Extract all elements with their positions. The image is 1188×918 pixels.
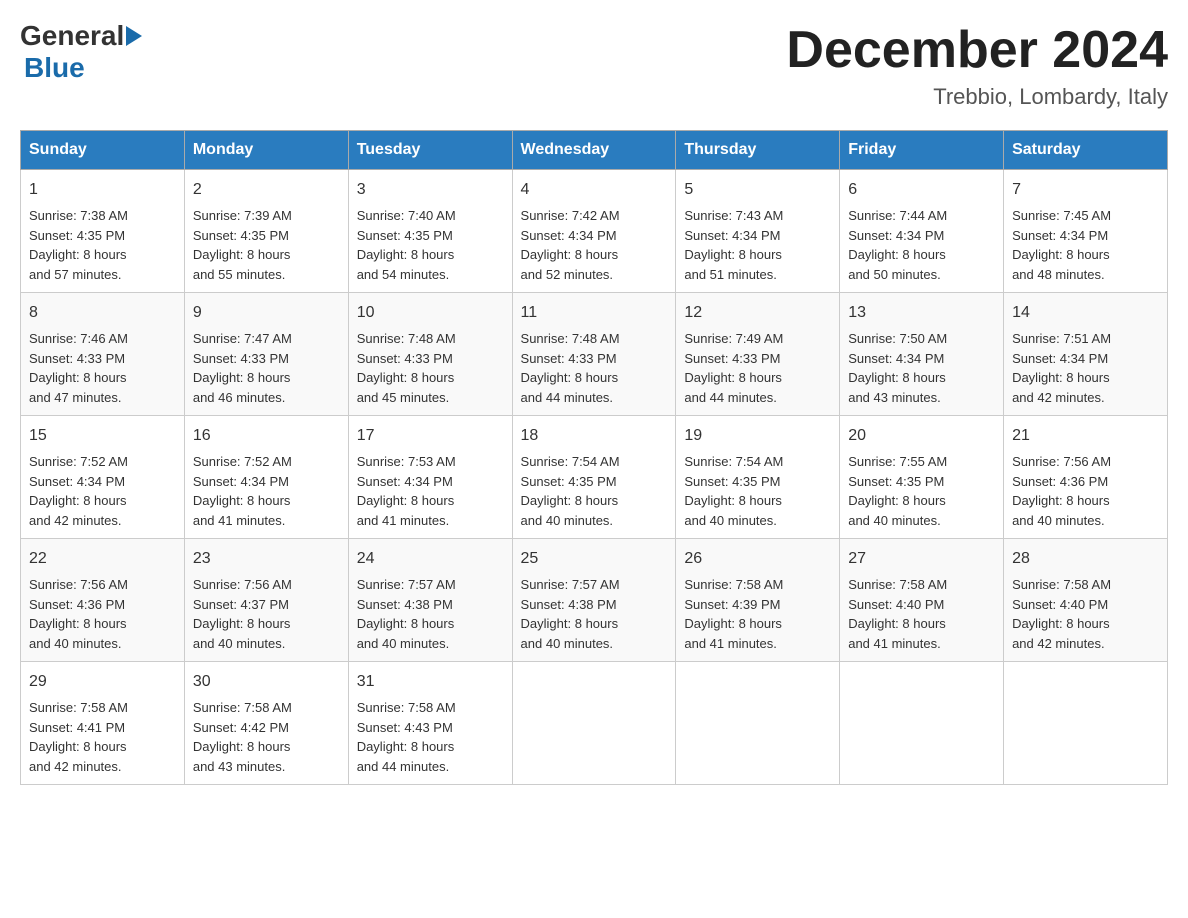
logo-general-text: General	[20, 20, 124, 52]
day-number: 8	[29, 301, 176, 325]
table-row: 21 Sunrise: 7:56 AM Sunset: 4:36 PM Dayl…	[1004, 416, 1168, 539]
day-number: 30	[193, 670, 340, 694]
table-row: 22 Sunrise: 7:56 AM Sunset: 4:36 PM Dayl…	[21, 539, 185, 662]
col-saturday: Saturday	[1004, 131, 1168, 170]
day-number: 14	[1012, 301, 1159, 325]
table-row: 2 Sunrise: 7:39 AM Sunset: 4:35 PM Dayli…	[184, 170, 348, 293]
table-row: 30 Sunrise: 7:58 AM Sunset: 4:42 PM Dayl…	[184, 662, 348, 785]
table-row: 24 Sunrise: 7:57 AM Sunset: 4:38 PM Dayl…	[348, 539, 512, 662]
week-row-1: 1 Sunrise: 7:38 AM Sunset: 4:35 PM Dayli…	[21, 170, 1168, 293]
table-row: 7 Sunrise: 7:45 AM Sunset: 4:34 PM Dayli…	[1004, 170, 1168, 293]
day-number: 9	[193, 301, 340, 325]
day-number: 23	[193, 547, 340, 571]
table-row: 11 Sunrise: 7:48 AM Sunset: 4:33 PM Dayl…	[512, 293, 676, 416]
day-number: 22	[29, 547, 176, 571]
calendar-table: Sunday Monday Tuesday Wednesday Thursday…	[20, 130, 1168, 785]
logo-blue-text: Blue	[24, 52, 85, 83]
day-number: 29	[29, 670, 176, 694]
day-number: 20	[848, 424, 995, 448]
table-row: 5 Sunrise: 7:43 AM Sunset: 4:34 PM Dayli…	[676, 170, 840, 293]
table-row: 27 Sunrise: 7:58 AM Sunset: 4:40 PM Dayl…	[840, 539, 1004, 662]
logo-area: General Blue	[20, 20, 144, 84]
day-number: 31	[357, 670, 504, 694]
day-number: 6	[848, 178, 995, 202]
table-row: 23 Sunrise: 7:56 AM Sunset: 4:37 PM Dayl…	[184, 539, 348, 662]
week-row-2: 8 Sunrise: 7:46 AM Sunset: 4:33 PM Dayli…	[21, 293, 1168, 416]
location-subtitle: Trebbio, Lombardy, Italy	[786, 84, 1168, 110]
table-row: 13 Sunrise: 7:50 AM Sunset: 4:34 PM Dayl…	[840, 293, 1004, 416]
table-row: 17 Sunrise: 7:53 AM Sunset: 4:34 PM Dayl…	[348, 416, 512, 539]
day-number: 7	[1012, 178, 1159, 202]
table-row	[840, 662, 1004, 785]
table-row: 12 Sunrise: 7:49 AM Sunset: 4:33 PM Dayl…	[676, 293, 840, 416]
table-row: 6 Sunrise: 7:44 AM Sunset: 4:34 PM Dayli…	[840, 170, 1004, 293]
calendar-header-row: Sunday Monday Tuesday Wednesday Thursday…	[21, 131, 1168, 170]
day-number: 13	[848, 301, 995, 325]
table-row: 16 Sunrise: 7:52 AM Sunset: 4:34 PM Dayl…	[184, 416, 348, 539]
table-row: 26 Sunrise: 7:58 AM Sunset: 4:39 PM Dayl…	[676, 539, 840, 662]
table-row: 8 Sunrise: 7:46 AM Sunset: 4:33 PM Dayli…	[21, 293, 185, 416]
day-number: 1	[29, 178, 176, 202]
table-row: 3 Sunrise: 7:40 AM Sunset: 4:35 PM Dayli…	[348, 170, 512, 293]
day-number: 25	[521, 547, 668, 571]
table-row: 9 Sunrise: 7:47 AM Sunset: 4:33 PM Dayli…	[184, 293, 348, 416]
day-number: 15	[29, 424, 176, 448]
day-number: 3	[357, 178, 504, 202]
day-number: 24	[357, 547, 504, 571]
col-tuesday: Tuesday	[348, 131, 512, 170]
week-row-5: 29 Sunrise: 7:58 AM Sunset: 4:41 PM Dayl…	[21, 662, 1168, 785]
table-row: 31 Sunrise: 7:58 AM Sunset: 4:43 PM Dayl…	[348, 662, 512, 785]
day-number: 27	[848, 547, 995, 571]
table-row: 4 Sunrise: 7:42 AM Sunset: 4:34 PM Dayli…	[512, 170, 676, 293]
table-row	[676, 662, 840, 785]
col-monday: Monday	[184, 131, 348, 170]
table-row: 18 Sunrise: 7:54 AM Sunset: 4:35 PM Dayl…	[512, 416, 676, 539]
table-row: 14 Sunrise: 7:51 AM Sunset: 4:34 PM Dayl…	[1004, 293, 1168, 416]
table-row: 25 Sunrise: 7:57 AM Sunset: 4:38 PM Dayl…	[512, 539, 676, 662]
week-row-4: 22 Sunrise: 7:56 AM Sunset: 4:36 PM Dayl…	[21, 539, 1168, 662]
day-number: 5	[684, 178, 831, 202]
logo: General	[20, 20, 144, 52]
day-number: 11	[521, 301, 668, 325]
day-number: 10	[357, 301, 504, 325]
day-number: 18	[521, 424, 668, 448]
logo-triangle-icon	[126, 26, 142, 46]
table-row: 28 Sunrise: 7:58 AM Sunset: 4:40 PM Dayl…	[1004, 539, 1168, 662]
page-header: General Blue December 2024 Trebbio, Lomb…	[20, 20, 1168, 110]
table-row: 10 Sunrise: 7:48 AM Sunset: 4:33 PM Dayl…	[348, 293, 512, 416]
table-row: 15 Sunrise: 7:52 AM Sunset: 4:34 PM Dayl…	[21, 416, 185, 539]
day-number: 17	[357, 424, 504, 448]
table-row	[1004, 662, 1168, 785]
day-number: 28	[1012, 547, 1159, 571]
table-row: 19 Sunrise: 7:54 AM Sunset: 4:35 PM Dayl…	[676, 416, 840, 539]
week-row-3: 15 Sunrise: 7:52 AM Sunset: 4:34 PM Dayl…	[21, 416, 1168, 539]
day-number: 4	[521, 178, 668, 202]
day-number: 26	[684, 547, 831, 571]
table-row	[512, 662, 676, 785]
day-number: 19	[684, 424, 831, 448]
day-number: 12	[684, 301, 831, 325]
table-row: 1 Sunrise: 7:38 AM Sunset: 4:35 PM Dayli…	[21, 170, 185, 293]
table-row: 29 Sunrise: 7:58 AM Sunset: 4:41 PM Dayl…	[21, 662, 185, 785]
day-number: 2	[193, 178, 340, 202]
month-year-title: December 2024	[786, 20, 1168, 80]
table-row: 20 Sunrise: 7:55 AM Sunset: 4:35 PM Dayl…	[840, 416, 1004, 539]
col-friday: Friday	[840, 131, 1004, 170]
day-number: 21	[1012, 424, 1159, 448]
col-sunday: Sunday	[21, 131, 185, 170]
col-wednesday: Wednesday	[512, 131, 676, 170]
day-number: 16	[193, 424, 340, 448]
col-thursday: Thursday	[676, 131, 840, 170]
title-area: December 2024 Trebbio, Lombardy, Italy	[786, 20, 1168, 110]
